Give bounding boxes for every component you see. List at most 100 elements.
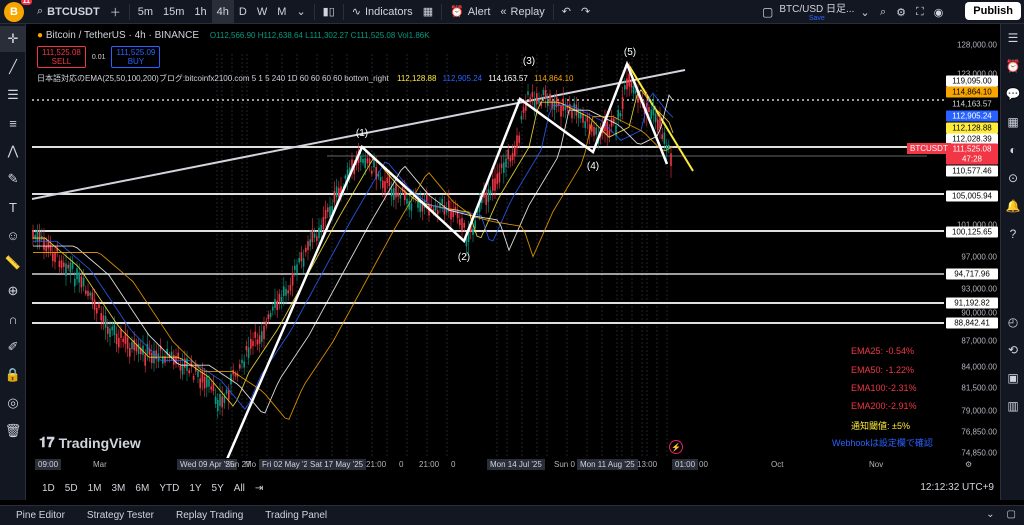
candle-body [120, 329, 122, 338]
eye-icon[interactable]: ◎ [0, 390, 26, 416]
candle-body [122, 338, 124, 343]
candle-body [417, 201, 419, 208]
chevron-down-icon[interactable]: ⌄ [986, 509, 994, 520]
alert-button[interactable]: ⏰ Alert [445, 0, 495, 24]
text-tool-icon[interactable]: T [0, 194, 26, 220]
avatar-letter: B [10, 5, 18, 18]
lock-icon[interactable]: 🔒 [0, 362, 26, 388]
range-5d[interactable]: 5D [60, 483, 83, 494]
magnet-tool-icon[interactable]: ∩ [0, 306, 26, 332]
candle-body [67, 264, 69, 269]
layers-icon[interactable]: ▥ [1001, 392, 1024, 420]
channel-tool-icon[interactable]: ≡ [0, 110, 26, 136]
candle-body [527, 91, 529, 95]
tab-replay-trading[interactable]: Replay Trading [176, 510, 243, 521]
chat-icon[interactable]: 💬 [1001, 80, 1024, 108]
chart-pane[interactable]: (1) (2) (3) (4) (5) ● Bitcoin / TetherUS · 4… [27, 24, 944, 474]
maximize-icon[interactable]: ▢ [1007, 509, 1016, 520]
notifications-icon[interactable]: 🔔 [1001, 192, 1024, 220]
price-chart[interactable]: (1) (2) (3) (4) (5) [27, 24, 944, 474]
crosshair-tool-icon[interactable]: ✛ [0, 26, 26, 52]
tab-pine-editor[interactable]: Pine Editor [16, 510, 65, 521]
range-all[interactable]: All [229, 483, 250, 494]
search-icon: ⌕ [37, 5, 44, 17]
search-icon[interactable]: ⌕ [880, 6, 886, 19]
candle-body [60, 260, 63, 268]
symbol-search-button[interactable]: ⌕ BTCUSDT [32, 0, 105, 24]
alerts-panel-icon[interactable]: ⏰ [1001, 52, 1024, 80]
interval-15m[interactable]: 15m [158, 0, 189, 24]
layout-title: BTC/USD 日足... [779, 3, 855, 15]
candle-body [124, 333, 127, 344]
camera-icon[interactable]: ◉ [934, 6, 944, 19]
interval-d[interactable]: D [234, 0, 252, 24]
add-symbol-button[interactable]: ＋ [105, 0, 126, 24]
interval-m[interactable]: M [272, 0, 291, 24]
redo-button[interactable]: ↷ [576, 0, 595, 24]
publish-button[interactable]: Publish [965, 2, 1021, 20]
buy-button[interactable]: 111,525.09 BUY [111, 46, 161, 68]
replay-button[interactable]: « Replay [495, 0, 549, 24]
range-ytd[interactable]: YTD [154, 483, 184, 494]
zoom-tool-icon[interactable]: ⊕ [0, 278, 26, 304]
tab-trading-panel[interactable]: Trading Panel [265, 510, 327, 521]
hotlist-icon[interactable]: ⊙ [1001, 164, 1024, 192]
sell-button[interactable]: 111,525.08 SELL [37, 46, 86, 68]
calendar-icon[interactable]: ▦ [1001, 108, 1024, 136]
sell-price: 111,525.08 [42, 48, 81, 57]
interval-1h[interactable]: 1h [189, 0, 211, 24]
undo-button[interactable]: ↶ [557, 0, 576, 24]
replay-icon[interactable]: ⟲ [1001, 336, 1024, 364]
candle-body [305, 247, 307, 253]
alert-threshold-label: 通知閾値: ±5% [851, 421, 910, 431]
interval-dropdown[interactable]: ⌄ [291, 0, 310, 24]
templates-button[interactable]: ▦ [418, 0, 438, 24]
range-5y[interactable]: 5Y [207, 483, 229, 494]
range-1y[interactable]: 1Y [184, 483, 206, 494]
clock-icon[interactable]: ◴ [1001, 308, 1024, 336]
pattern-tool-icon[interactable]: ⋀ [0, 138, 26, 164]
interval-5m[interactable]: 5m [133, 0, 158, 24]
candle-body [82, 278, 85, 287]
settings-icon[interactable]: ⚙ [896, 6, 906, 19]
layout-switcher[interactable]: ▢ BTC/USD 日足... Save ⌄ [762, 0, 870, 24]
lightning-event-icon[interactable]: ⚡ [669, 440, 683, 454]
fullscreen-icon[interactable]: ⛶ [916, 6, 924, 19]
candle-body [580, 113, 582, 119]
ideas-icon[interactable]: ◐ [1001, 136, 1024, 164]
watchlist-icon[interactable]: ☰ [1001, 24, 1024, 52]
range-1m[interactable]: 1M [83, 483, 107, 494]
tab-strategy-tester[interactable]: Strategy Tester [87, 510, 154, 521]
fib-tool-icon[interactable]: ☰ [0, 82, 26, 108]
utc-clock[interactable]: 12:12:32 UTC+9 [920, 482, 994, 493]
trendline-tool-icon[interactable]: ╱ [0, 54, 26, 80]
range-3m[interactable]: 3M [107, 483, 131, 494]
goto-date-icon[interactable]: ⇥ [250, 483, 268, 494]
range-1d[interactable]: 1D [37, 483, 60, 494]
data-window-icon[interactable]: ▣ [1001, 364, 1024, 392]
ema-indicator-legend[interactable]: 日本語対応のEMA(25,50,100,200)ブログ:bitcoinfx210… [37, 73, 574, 84]
candle-body [311, 229, 314, 243]
range-6m[interactable]: 6M [130, 483, 154, 494]
pencil-lock-icon[interactable]: ✐ [0, 334, 26, 360]
ruler-tool-icon[interactable]: 📏 [0, 250, 26, 276]
ema100-line [33, 94, 674, 414]
time-label: 21:00 [419, 460, 440, 469]
time-axis[interactable]: 09:00 Mar Wed 09 Apr '25 Sun 27 Mo Fri 0… [27, 458, 1000, 474]
interval-4h[interactable]: 4h [211, 0, 234, 24]
price-axis[interactable]: 128,000.00 123,000.00 101,000.00 97,000.… [944, 24, 1000, 474]
candle-body [296, 264, 298, 273]
timezone-settings-icon[interactable]: ⚙ [965, 460, 972, 469]
user-avatar[interactable]: B 11 [4, 0, 32, 22]
candle-body [593, 126, 595, 136]
interval-w[interactable]: W [252, 0, 272, 24]
wave-label-5: (5) [624, 47, 636, 58]
emoji-tool-icon[interactable]: ☺ [0, 222, 26, 248]
chart-type-button[interactable]: ▮▯ [318, 0, 340, 24]
brush-tool-icon[interactable]: ✎ [0, 166, 26, 192]
help-icon[interactable]: ? [1001, 220, 1024, 248]
candle-body [544, 90, 547, 99]
indicators-button[interactable]: ∿ Indicators [347, 0, 418, 24]
spread-value: 0.01 [91, 53, 106, 61]
trash-icon[interactable]: 🗑 [0, 418, 26, 444]
